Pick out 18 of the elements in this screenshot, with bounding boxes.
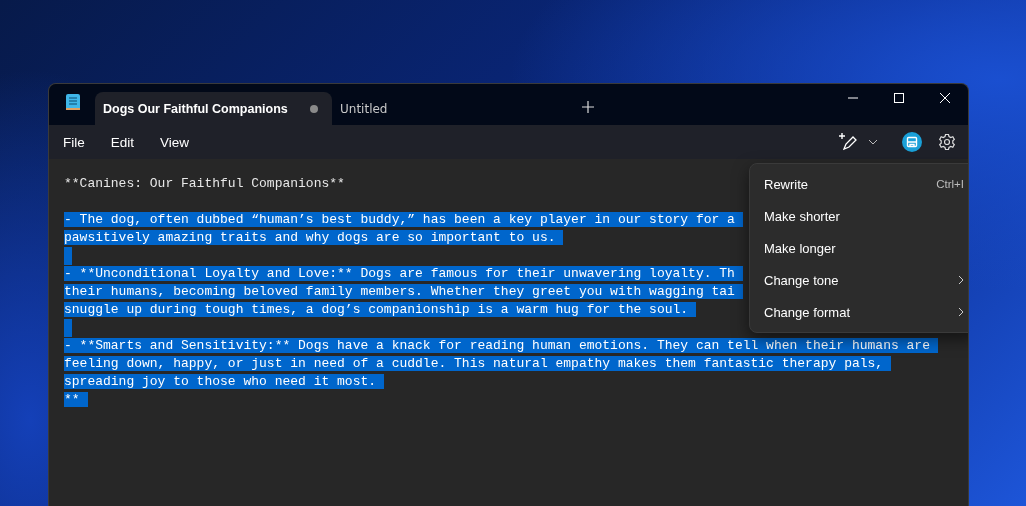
close-icon[interactable] <box>939 92 951 104</box>
add-icon[interactable] <box>580 99 596 115</box>
pen-sparkle-icon[interactable] <box>838 132 858 152</box>
menu-option[interactable]: Change tone <box>750 264 968 296</box>
maximize-icon[interactable] <box>893 92 905 104</box>
settings-icon[interactable] <box>938 133 956 151</box>
menu-item[interactable]: Edit <box>100 128 145 156</box>
menu-option[interactable]: Change format <box>750 296 968 328</box>
notepad-icon <box>65 93 81 111</box>
menu-option[interactable]: Make shorter <box>750 200 968 232</box>
chevron-down-icon[interactable] <box>868 139 878 145</box>
menu-option[interactable]: Make longer <box>750 232 968 264</box>
text-line: **Canines: Our Faithful Companions** <box>64 176 345 191</box>
menu-option[interactable]: Rewrite Ctrl+I <box>750 168 968 200</box>
tab[interactable]: Untitled <box>332 92 482 125</box>
tab[interactable]: Dogs Our Faithful Companions <box>95 92 332 125</box>
menu-item[interactable]: File <box>53 128 95 156</box>
menu-item[interactable]: View <box>150 128 200 156</box>
